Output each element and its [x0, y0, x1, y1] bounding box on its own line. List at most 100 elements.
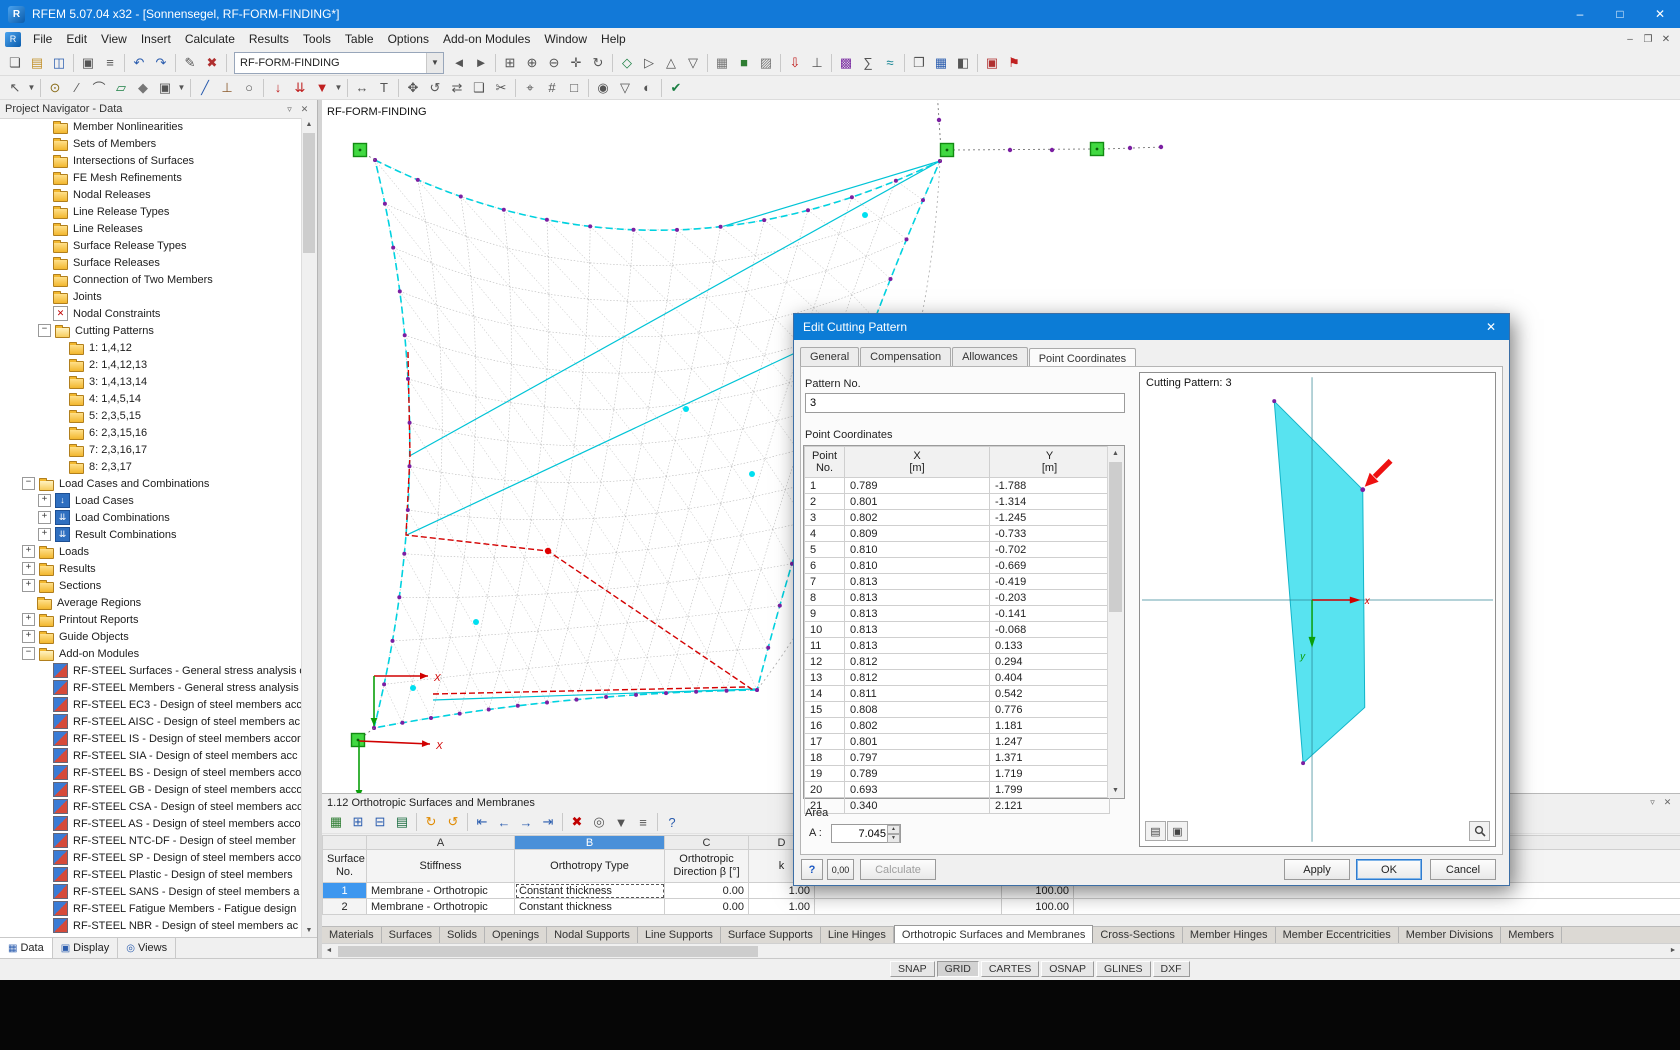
point-row[interactable]: 30.802-1.245: [805, 510, 1110, 526]
opening-tool-icon[interactable]: ▣: [154, 77, 176, 98]
point-no-cell[interactable]: 5: [805, 542, 845, 558]
tree-item[interactable]: −Load Cases and Combinations: [0, 475, 302, 492]
tree-expander-icon[interactable]: +: [38, 511, 51, 524]
table-filter-icon[interactable]: ▼: [610, 812, 632, 833]
wireframe-display-icon[interactable]: ▦: [711, 52, 733, 73]
tree-item[interactable]: RF-STEEL NBR - Design of steel members a…: [0, 917, 302, 934]
isometric-view-icon[interactable]: ◇: [616, 52, 638, 73]
table-tab-members[interactable]: Members: [1501, 927, 1562, 943]
scroll-down-icon[interactable]: ▼: [302, 924, 316, 938]
point-y-cell[interactable]: 1.719: [990, 766, 1110, 782]
filter-objects-icon[interactable]: ▽: [614, 77, 636, 98]
point-x-cell[interactable]: 0.808: [845, 702, 990, 718]
line-load-tool-icon[interactable]: ⇊: [289, 77, 311, 98]
next-load-case-icon[interactable]: ►: [470, 52, 492, 73]
table-tab-line-supports[interactable]: Line Supports: [638, 927, 721, 943]
cutting-pattern-preview[interactable]: Cutting Pattern: 3 x y ▤ ▣: [1139, 372, 1496, 847]
select-objects-icon[interactable]: ↖: [4, 77, 26, 98]
print-preview-button[interactable]: ▤: [1145, 821, 1166, 841]
child-window-icon[interactable]: R: [5, 32, 21, 47]
dimension-tool-icon[interactable]: ↔: [351, 77, 373, 98]
tree-item[interactable]: Line Release Types: [0, 203, 302, 220]
point-row[interactable]: 190.7891.719: [805, 766, 1110, 782]
view-x-icon[interactable]: ▷: [638, 52, 660, 73]
point-no-cell[interactable]: 14: [805, 686, 845, 702]
tree-item[interactable]: RF-STEEL CSA - Design of steel members a…: [0, 798, 302, 815]
show-results-icon[interactable]: ≈: [879, 52, 901, 73]
refresh-table-icon[interactable]: ↻: [420, 812, 442, 833]
panel-close-icon[interactable]: ✕: [1660, 797, 1675, 808]
point-row[interactable]: 80.813-0.203: [805, 590, 1110, 606]
tree-item[interactable]: Member Nonlinearities: [0, 118, 302, 135]
tree-item[interactable]: RF-STEEL Members - General stress analys…: [0, 679, 302, 696]
point-y-cell[interactable]: -0.702: [990, 542, 1110, 558]
combo-dropdown-icon[interactable]: ▼: [426, 53, 443, 73]
move-tool-icon[interactable]: ✥: [402, 77, 424, 98]
open-file-icon[interactable]: ▤: [26, 52, 48, 73]
point-row[interactable]: 20.801-1.314: [805, 494, 1110, 510]
new-file-icon[interactable]: ❏: [4, 52, 26, 73]
point-x-cell[interactable]: 0.340: [845, 798, 990, 814]
menu-window[interactable]: Window: [537, 30, 594, 48]
table-tab-nodal-supports[interactable]: Nodal Supports: [547, 927, 638, 943]
export-excel-icon[interactable]: ▤: [391, 812, 413, 833]
point-row[interactable]: 140.8110.542: [805, 686, 1110, 702]
point-row[interactable]: 110.8130.133: [805, 638, 1110, 654]
printout-report-icon[interactable]: ≡: [99, 52, 121, 73]
point-x-cell[interactable]: 0.813: [845, 574, 990, 590]
dialog-tab-allowances[interactable]: Allowances: [952, 347, 1028, 367]
point-row[interactable]: 130.8120.404: [805, 670, 1110, 686]
tree-item[interactable]: RF-STEEL Fatigue Members - Fatigue desig…: [0, 900, 302, 917]
tree-item[interactable]: +Results: [0, 560, 302, 577]
display-properties-button[interactable]: ▣: [1167, 821, 1188, 841]
node-tool-icon[interactable]: ⊙: [44, 77, 66, 98]
jump-next-icon[interactable]: →: [515, 812, 537, 833]
table-tab-cross-sections[interactable]: Cross-Sections: [1093, 927, 1183, 943]
status-toggle-osnap[interactable]: OSNAP: [1041, 961, 1094, 977]
point-y-cell[interactable]: 0.542: [990, 686, 1110, 702]
copy-tool-icon[interactable]: ❑: [468, 77, 490, 98]
tree-item[interactable]: 2: 1,4,12,13: [0, 356, 302, 373]
stiffness-cell[interactable]: Membrane - Orthotropic: [367, 899, 515, 915]
maximize-button[interactable]: □: [1600, 0, 1640, 28]
point-x-cell[interactable]: 0.810: [845, 542, 990, 558]
tree-expander-icon[interactable]: −: [38, 324, 51, 337]
status-toggle-snap[interactable]: SNAP: [890, 961, 935, 977]
scroll-up-icon[interactable]: ▲: [1108, 446, 1123, 461]
scroll-up-icon[interactable]: ▲: [302, 118, 316, 132]
tree-item[interactable]: 6: 2,3,15,16: [0, 424, 302, 441]
new-window-icon[interactable]: ❐: [908, 52, 930, 73]
point-no-cell[interactable]: 4: [805, 526, 845, 542]
scroll-left-icon[interactable]: ◄: [322, 944, 336, 958]
point-x-cell[interactable]: 0.789: [845, 766, 990, 782]
help-button[interactable]: ?: [801, 859, 823, 880]
point-y-cell[interactable]: -0.733: [990, 526, 1110, 542]
point-x-cell[interactable]: 0.693: [845, 782, 990, 798]
find-in-table-icon[interactable]: ◎: [588, 812, 610, 833]
nav-tab-views[interactable]: ◎ Views: [118, 938, 176, 958]
zoom-in-icon[interactable]: ⊕: [521, 52, 543, 73]
tree-item[interactable]: Surface Releases: [0, 254, 302, 271]
point-y-cell[interactable]: 1.371: [990, 750, 1110, 766]
point-y-cell[interactable]: 1.247: [990, 734, 1110, 750]
table-horizontal-scrollbar[interactable]: ◄ ►: [322, 943, 1680, 958]
point-x-cell[interactable]: 0.797: [845, 750, 990, 766]
tree-expander-icon[interactable]: +: [22, 630, 35, 643]
data-tables-icon[interactable]: ▦: [930, 52, 952, 73]
child-minimize-button[interactable]: –: [1621, 34, 1639, 45]
show-supports-icon[interactable]: ⊥: [806, 52, 828, 73]
configuration-combo[interactable]: RF-FORM-FINDING▼: [234, 52, 444, 74]
geometry-dropdown-icon[interactable]: ▼: [176, 77, 187, 98]
tree-item[interactable]: RF-STEEL SIA - Design of steel members a…: [0, 747, 302, 764]
arc-tool-icon[interactable]: ⌒: [88, 77, 110, 98]
table-help-icon[interactable]: ?: [661, 812, 683, 833]
undo-icon[interactable]: ↶: [128, 52, 150, 73]
point-x-cell[interactable]: 0.813: [845, 590, 990, 606]
direction-cell[interactable]: 0.00: [665, 899, 749, 915]
menu-insert[interactable]: Insert: [134, 30, 178, 48]
tree-item[interactable]: RF-STEEL GB - Design of steel members ac…: [0, 781, 302, 798]
point-y-cell[interactable]: 2.121: [990, 798, 1110, 814]
point-x-cell[interactable]: 0.813: [845, 638, 990, 654]
line-tool-icon[interactable]: ∕: [66, 77, 88, 98]
tree-item[interactable]: RF-STEEL IS - Design of steel members ac…: [0, 730, 302, 747]
